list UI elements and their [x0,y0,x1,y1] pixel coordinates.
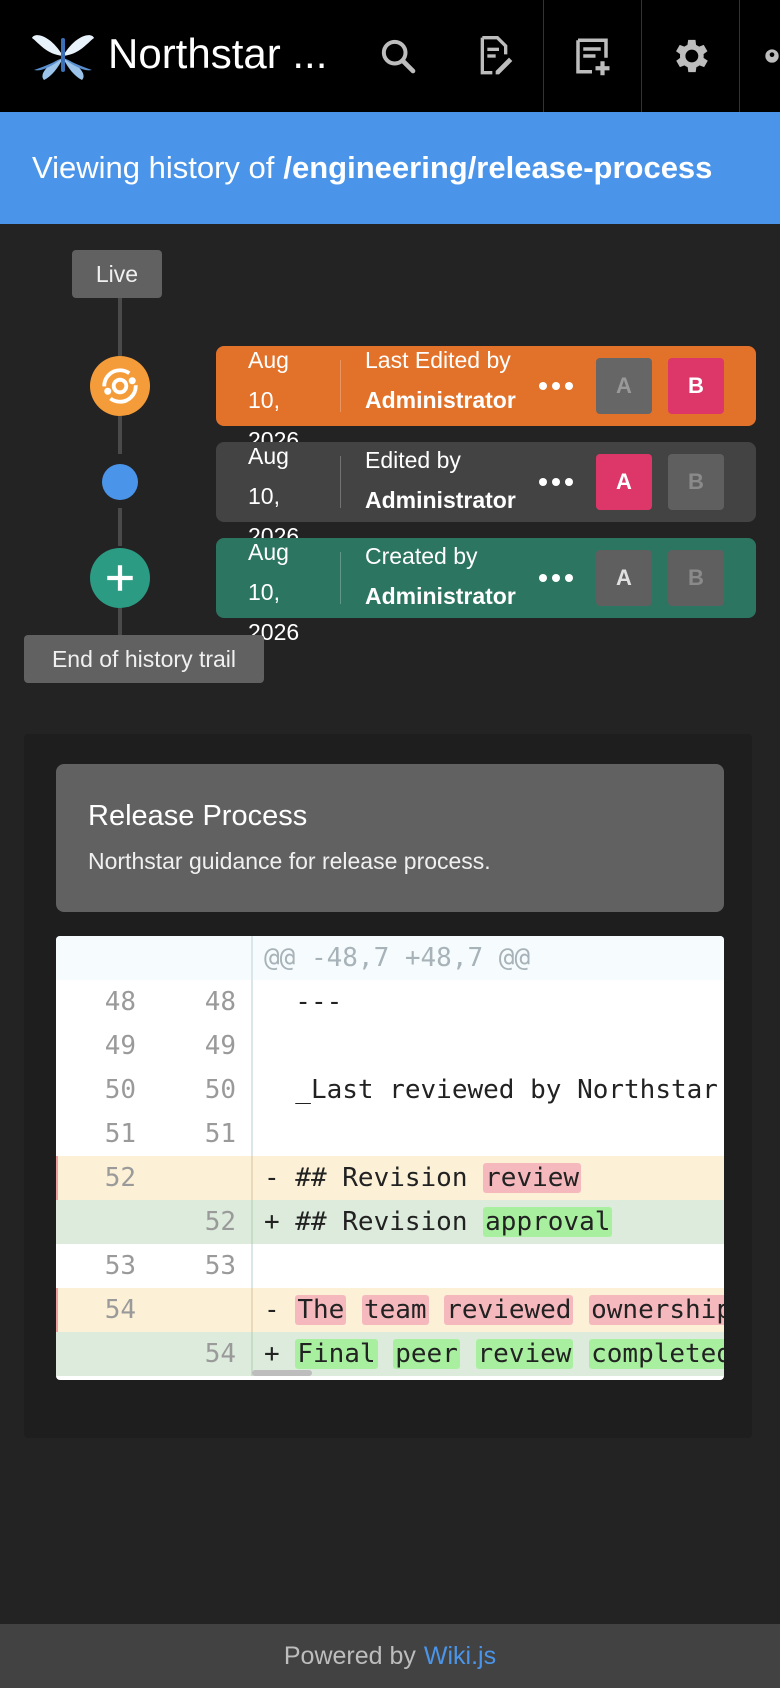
diff-hunk-header: @@ -48,7 +48,7 @@ [56,936,724,980]
old-line-number: 51 [104,1119,136,1149]
old-line-number: 50 [104,1075,136,1105]
changed-word: completed [589,1339,724,1369]
new-page-icon[interactable] [544,0,640,112]
footer: Powered by Wiki.js [0,1624,780,1688]
diff-row: 48 48 --- [56,980,724,1024]
end-of-history-chip: End of history trail [24,635,264,683]
more-actions-icon[interactable] [534,368,578,404]
hunk-text: @@ -48,7 +48,7 @@ [264,943,531,973]
new-line-number [156,1288,236,1332]
diff-row-added: 52 + ## Revision approval [56,1200,724,1244]
changed-word: Final [295,1339,378,1369]
diff-horizontal-scrollbar[interactable] [252,1370,312,1376]
timeline-line [118,298,122,356]
old-line-number: 53 [104,1251,136,1281]
diff-row: 53 53 [56,1244,724,1288]
edit-page-icon[interactable] [446,0,542,112]
top-app-bar: Northstar ... [0,0,780,112]
changed-word: The [295,1295,347,1325]
changed-word: review [483,1163,582,1193]
entry-divider [340,360,341,412]
more-actions-icon[interactable] [534,464,578,500]
new-line-number [156,1156,236,1200]
compare-b-button[interactable]: B [668,358,724,414]
compare-a-button[interactable]: A [596,550,652,606]
account-icon[interactable] [740,0,780,112]
history-subheader: Viewing history of /engineering/release-… [0,112,780,224]
new-line-number: 51 [204,1119,236,1149]
new-line-number: 49 [204,1031,236,1061]
wiki-logo-icon[interactable] [30,26,96,84]
footer-text: Powered by [283,1641,416,1670]
diff-row: 49 49 [56,1024,724,1068]
page-title: Release Process [88,800,308,832]
entry-description: Created by Administrator [365,543,516,609]
wikijs-link[interactable]: Wiki.js [424,1642,496,1671]
new-line-number: 53 [204,1251,236,1281]
new-line-number: 50 [204,1075,236,1105]
changed-word: peer [393,1339,460,1369]
live-chip: Live [72,250,162,298]
diff-row-added: 54 + Final peer review completed [56,1332,724,1376]
diff-code: _Last reviewed by Northstar [264,1075,718,1105]
compare-a-button[interactable]: A [596,358,652,414]
search-icon[interactable] [350,0,446,112]
diff-code: + Final peer review completed [264,1332,724,1376]
dot-icon [102,464,138,500]
history-entry[interactable]: Aug 10, 2026 Edited by Administrator A B [216,442,756,549]
diff-row: 50 50 _Last reviewed by Northstar [56,1068,724,1112]
history-entry[interactable]: Aug 10, 2026 Last Edited by Administrator A… [216,346,756,453]
old-line-number: 52 [104,1163,136,1193]
more-actions-icon[interactable] [534,560,578,596]
new-line-number: 48 [204,987,236,1017]
new-line-number: 52 [204,1207,236,1237]
diff-code: - The team reviewed ownership [264,1288,724,1332]
entry-author: Administrator [365,583,516,609]
compare-b-button[interactable]: B [668,454,724,510]
entry-divider [340,552,341,604]
live-sync-icon [90,356,150,416]
history-entry[interactable]: Aug 10, 2026 Created by Administrator A B [216,538,756,645]
diff-code: - ## Revision review [264,1163,582,1193]
changed-word: ownership [589,1295,724,1325]
diff-code: --- [264,987,343,1017]
diff-row: 51 51 [56,1112,724,1156]
new-line-number: 54 [204,1339,236,1369]
diff-row-deleted: 52 - ## Revision review [56,1156,724,1200]
entry-author: Administrator [365,387,516,413]
old-line-number [56,1200,136,1244]
page-header-card: Release Process Northstar guidance for r… [56,764,724,912]
entry-description: Last Edited by Administrator [365,347,516,413]
timeline-line [118,606,122,636]
plus-icon [90,548,150,608]
settings-icon[interactable] [642,0,738,112]
compare-b-button[interactable]: B [668,550,724,606]
diff-code: + ## Revision approval [264,1207,613,1237]
diff-viewer[interactable]: @@ -48,7 +48,7 @@ 48 48 --- 49 49 50 50 _La… [56,936,724,1380]
entry-date: Aug 10, 2026 [248,539,300,645]
entry-author: Administrator [365,487,516,513]
entry-description: Edited by Administrator [365,447,516,513]
timeline-line [118,508,122,546]
changed-word: approval [483,1207,613,1237]
diff-row-deleted: 54 - The team reviewed ownership [56,1288,724,1332]
page-path: /engineering/release-process [283,150,713,185]
changed-word: team [361,1295,429,1325]
compare-a-button[interactable]: A [596,454,652,510]
page-description: Northstar guidance for release process. [88,848,491,874]
entry-divider [340,456,341,508]
history-prefix: Viewing history of [32,150,275,185]
changed-word: reviewed [444,1295,574,1325]
old-line-number [56,1332,136,1376]
app-title[interactable]: Northstar ... [108,30,327,78]
changed-word: review [475,1339,574,1369]
old-line-number: 48 [104,987,136,1017]
old-line-number: 54 [104,1295,136,1325]
old-line-number: 49 [104,1031,136,1061]
timeline-line [118,416,122,454]
